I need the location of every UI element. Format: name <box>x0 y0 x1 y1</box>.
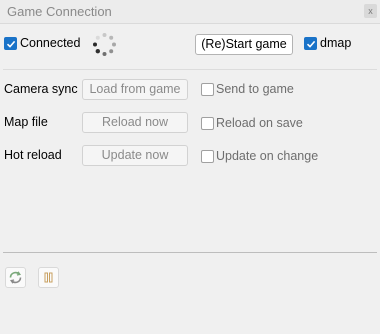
loading-spinner-icon <box>93 33 116 56</box>
dmap-checkbox[interactable] <box>304 37 317 50</box>
pause-button[interactable] <box>38 267 59 288</box>
send-to-game-checkbox[interactable] <box>201 83 214 96</box>
header-divider <box>3 69 377 70</box>
refresh-icon <box>9 271 22 284</box>
reload-on-save-checkbox[interactable] <box>201 117 214 130</box>
restart-game-button[interactable]: (Re)Start game <box>195 34 293 55</box>
pause-icon <box>44 272 53 283</box>
update-on-change-checkbox[interactable] <box>201 150 214 163</box>
connected-label: Connected <box>20 36 81 50</box>
close-icon[interactable]: x <box>364 4 377 18</box>
load-from-game-button[interactable]: Load from game <box>82 79 188 100</box>
camera-sync-label: Camera sync <box>4 82 78 96</box>
map-file-label: Map file <box>4 115 48 129</box>
reload-now-button[interactable]: Reload now <box>82 112 188 133</box>
dmap-label: dmap <box>320 36 352 50</box>
send-to-game-label: Send to game <box>216 82 294 96</box>
update-now-button[interactable]: Update now <box>82 145 188 166</box>
connected-checkbox[interactable] <box>4 37 17 50</box>
footer-divider <box>3 252 377 253</box>
title-bar: Game Connection x <box>0 0 380 24</box>
update-on-change-label: Update on change <box>216 149 319 163</box>
hot-reload-label: Hot reload <box>4 148 62 162</box>
refresh-button[interactable] <box>5 267 26 288</box>
window-title: Game Connection <box>7 4 112 19</box>
reload-on-save-label: Reload on save <box>216 116 303 130</box>
